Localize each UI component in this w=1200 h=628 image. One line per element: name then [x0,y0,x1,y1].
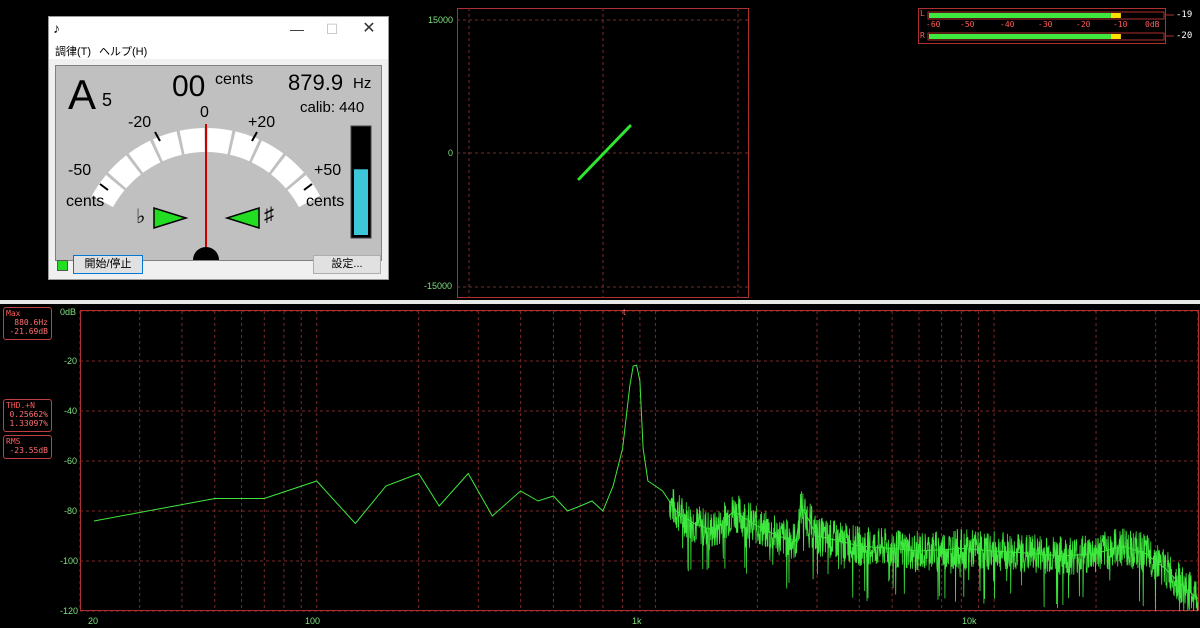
thd-value-2: 1.33097% [9,419,48,428]
spectrum-x-1k: 1k [632,616,642,626]
sharp-symbol: ♯ [264,204,274,226]
status-led [57,260,68,271]
spectrum-y-80: -80 [64,506,78,516]
menu-help[interactable]: ヘルプ(H) [99,43,147,59]
note-octave: 5 [102,90,113,110]
level-tick-m50: -50 [960,20,975,29]
spectrum-x-20: 20 [88,616,99,626]
level-tick-m60: -60 [926,20,941,29]
spectrum-y-0: 0dB [60,307,77,317]
scale-cents-right: cents [306,193,345,210]
lissajous-trace [577,124,632,181]
sharp-arrow-icon [224,206,260,230]
thd-title: THD.+N [6,401,35,410]
max-title: Max [6,309,21,318]
level-left-bar [929,13,1111,18]
tuner-window: ♪ — ☐ ✕ 調律(T) ヘルプ(H) A 5 00 cents 879.9 … [48,16,389,280]
lissajous-y-top: 15000 [428,15,454,25]
meter-arc-segment [179,128,205,155]
tuner-menubar: 調律(T) ヘルプ(H) [49,41,388,59]
thd-value-1: 0.25662% [9,410,48,419]
tuner-meter: A 5 00 cents 879.9 Hz calib: 440 -20 0 +… [55,65,382,261]
settings-button[interactable]: 設定... [313,255,381,274]
close-button[interactable]: ✕ [354,19,384,39]
level-right-peak [1110,34,1121,39]
level-right-value: -20 [1176,31,1193,41]
level-left-value: -19 [1176,10,1193,20]
frequency-value: 879.9 [288,70,344,95]
max-info-box: Max 880.6Hz -21.69dB [3,307,52,340]
spectrum-x-10k: 10k [962,616,977,626]
rms-info-box: RMS -23.55dB [3,435,52,459]
cents-unit: cents [215,71,254,88]
spectrum-grid [79,310,1199,612]
level-tick-m30: -30 [1038,20,1053,29]
app-icon: ♪ [53,20,60,36]
spectrum-noise-trace [669,489,1199,612]
cents-value: 00 [172,70,206,103]
input-level-fill [354,169,368,235]
scale-label-p20: +20 [248,114,276,131]
level-meter: L R -60 -50 -40 -30 -20 -10 0dB -19 -20 [918,8,1192,44]
lissajous-panel [457,8,749,298]
needle-pivot [193,247,219,260]
spectrum-marker: t [623,307,626,317]
rms-title: RMS [6,437,21,446]
level-channel-right: R [920,31,925,40]
spectrum-plot [79,310,1199,612]
rms-value: -23.55dB [9,446,48,455]
tuner-titlebar: ♪ — ☐ ✕ [49,17,388,41]
level-tick-m40: -40 [1000,20,1015,29]
spectrum-noise [669,489,1199,612]
lissajous-y-mid: 0 [448,148,454,158]
level-right-bar [929,34,1111,39]
scale-label-m50: -50 [68,162,92,179]
maximize-button[interactable]: ☐ [317,19,347,39]
meter-arc-segment [207,128,233,155]
spectrum-y-40: -40 [64,406,78,416]
spectrum-x-100: 100 [305,616,321,626]
flat-arrow-icon [153,206,189,230]
scale-label-p50: +50 [314,162,342,179]
note-letter: A [68,71,97,118]
thd-info-box: THD.+N 0.25662% 1.33097% [3,399,52,432]
lissajous-y-bottom: -15000 [424,281,453,291]
max-level: -21.69dB [9,327,48,336]
spectrum-panel: 0dB -20 -40 -60 -80 -100 -120 20 100 1k … [0,304,1200,628]
menu-tune[interactable]: 調律(T) [55,43,91,59]
calibration-value: calib: 440 [300,99,365,116]
lissajous-plot [457,8,749,298]
level-left-peak [1110,13,1121,18]
minimize-button[interactable]: — [282,19,312,39]
flat-symbol: ♭ [136,206,146,228]
max-frequency: 880.6Hz [14,318,48,327]
scale-cents-left: cents [66,193,105,210]
spectrum-y-20: -20 [64,356,78,366]
spectrum-y-60: -60 [64,456,78,466]
level-tick-0db: 0dB [1145,20,1160,29]
frequency-unit: Hz [353,75,372,92]
spectrum-y-120: -120 [60,606,79,616]
spectrum-y-100: -100 [60,556,79,566]
spectrum-trace [93,364,1199,599]
level-channel-left: L [920,9,925,18]
scale-label-m20: -20 [128,114,152,131]
level-tick-m10: -10 [1113,20,1128,29]
scale-label-zero: 0 [200,104,209,121]
level-tick-m20: -20 [1076,20,1091,29]
start-stop-button[interactable]: 開始/停止 [73,255,143,274]
